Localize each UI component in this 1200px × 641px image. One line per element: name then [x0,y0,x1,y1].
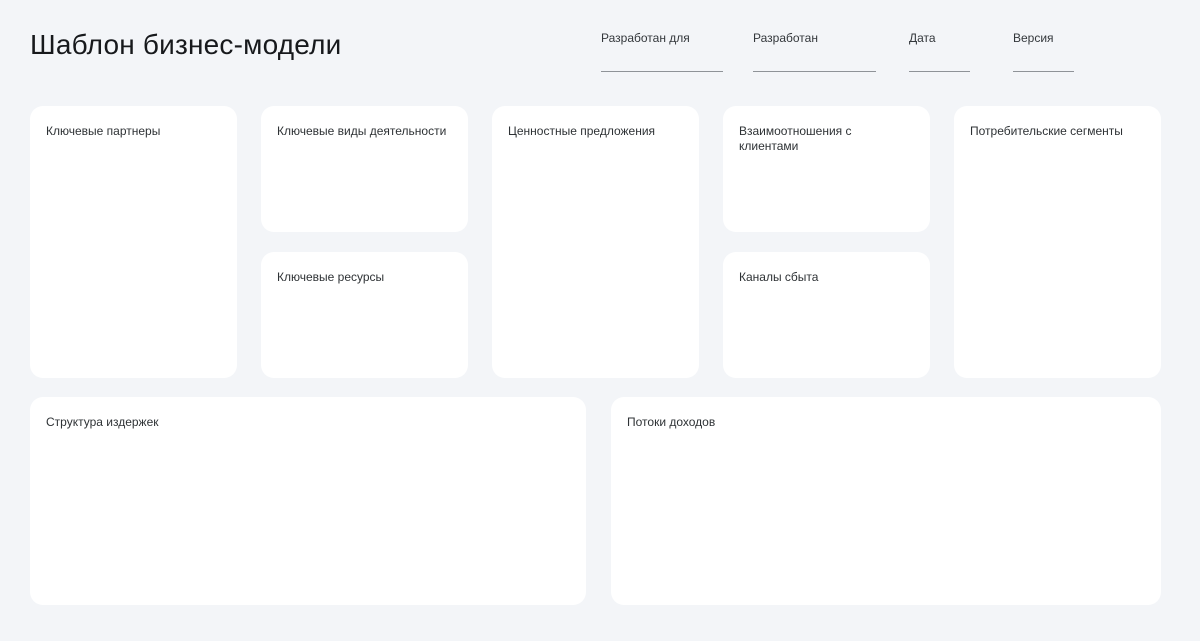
card-key-activities[interactable]: Ключевые виды деятельности [261,106,468,232]
card-channels-label: Каналы сбыта [739,270,819,284]
card-key-resources[interactable]: Ключевые ресурсы [261,252,468,378]
field-designed-for-label: Разработан для [601,31,690,45]
card-value-propositions[interactable]: Ценностные предложения [492,106,699,378]
column-relationships-channels: Взаимоотношения с клиентами Каналы сбыта [723,106,930,378]
canvas-bottom-grid: Структура издержек Потоки доходов [30,397,1161,605]
card-cost-structure-label: Структура издержек [46,415,159,429]
field-version-label: Версия [1013,31,1054,45]
page-title: Шаблон бизнес-модели [30,29,342,60]
column-activities-resources: Ключевые виды деятельности Ключевые ресу… [261,106,468,378]
card-channels[interactable]: Каналы сбыта [723,252,930,378]
card-customer-relationships[interactable]: Взаимоотношения с клиентами [723,106,930,232]
field-date: Дата [909,31,970,72]
card-value-propositions-label: Ценностные предложения [508,124,656,138]
business-model-canvas-page: Шаблон бизнес-модели Разработан для Разр… [0,0,1200,641]
field-designed-by-input[interactable] [753,71,876,72]
field-version: Версия [1013,31,1074,72]
card-cost-structure[interactable]: Структура издержек [30,397,586,605]
field-date-label: Дата [909,31,936,45]
card-revenue-streams-label: Потоки доходов [627,415,716,429]
card-customer-segments-label: Потребительские сегменты [970,124,1123,138]
field-designed-by-label: Разработан [753,31,818,45]
field-designed-by: Разработан [753,31,876,72]
card-key-partners[interactable]: Ключевые партнеры [30,106,237,378]
card-revenue-streams[interactable]: Потоки доходов [611,397,1161,605]
field-version-input[interactable] [1013,71,1074,72]
field-designed-for-input[interactable] [601,71,723,72]
card-key-activities-label: Ключевые виды деятельности [277,124,447,138]
field-designed-for: Разработан для [601,31,723,72]
canvas-grid: Ключевые партнеры Ключевые виды деятельн… [30,106,1161,378]
card-customer-segments[interactable]: Потребительские сегменты [954,106,1161,378]
field-date-input[interactable] [909,71,970,72]
card-key-partners-label: Ключевые партнеры [46,124,161,138]
card-key-resources-label: Ключевые ресурсы [277,270,385,284]
card-customer-relationships-label: Взаимоотношения с клиентами [739,124,852,153]
